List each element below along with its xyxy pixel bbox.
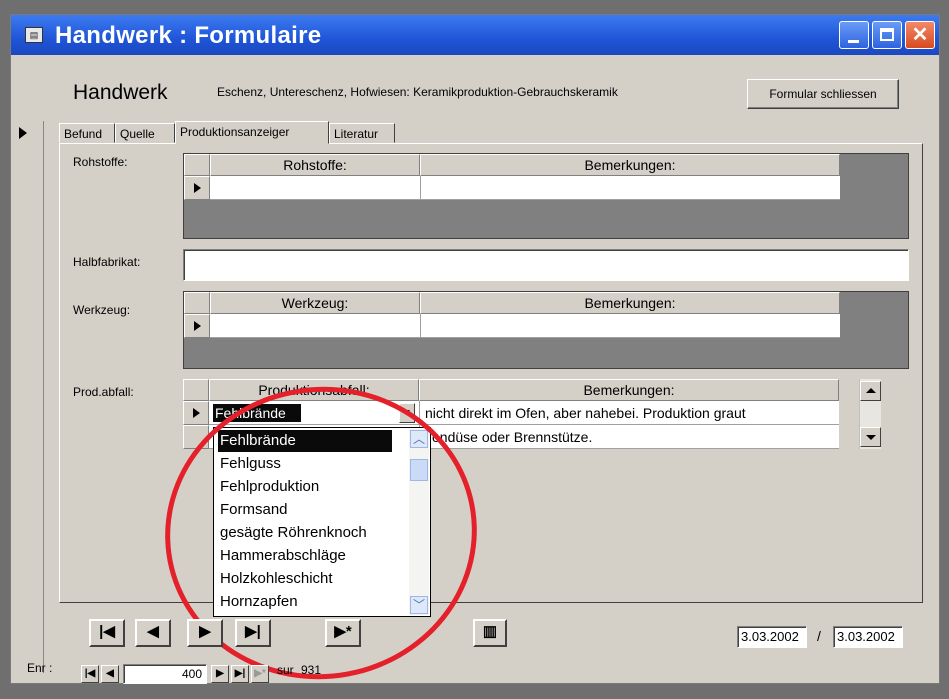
row-selector[interactable] xyxy=(183,425,209,449)
title-bar[interactable]: ▤ Handwerk : Formulaire ✕ xyxy=(11,15,939,55)
produktionsabfall-combo[interactable]: Fehlbrände xyxy=(213,404,301,422)
window-title: Handwerk : Formulaire xyxy=(55,22,322,49)
row-selector-header xyxy=(183,379,209,401)
row-selector-header xyxy=(184,154,210,176)
scroll-up-button[interactable] xyxy=(860,381,881,401)
column-header[interactable]: Bemerkungen: xyxy=(419,379,839,401)
current-record-arrow-icon xyxy=(19,127,27,139)
bemerkung-cell[interactable]: nicht direkt im Ofen, aber nahebei. Prod… xyxy=(425,405,837,421)
minimize-icon xyxy=(848,40,859,43)
column-header[interactable]: Bemerkungen: xyxy=(420,292,840,314)
column-header[interactable]: Rohstoffe: xyxy=(210,154,420,176)
form-header-subtitle: Eschenz, Untereschenz, Hofwiesen: Kerami… xyxy=(217,85,618,99)
nav-next-button[interactable]: ▶ xyxy=(211,665,229,683)
new-record-row[interactable] xyxy=(184,314,840,338)
last-record-button[interactable]: ▶| xyxy=(235,619,271,647)
column-divider xyxy=(420,176,421,200)
werkzeug-label: Werkzeug: xyxy=(73,303,131,317)
row-selector[interactable] xyxy=(184,176,210,200)
form-icon[interactable]: ▤ xyxy=(25,27,43,43)
close-form-button[interactable]: Formular schliessen xyxy=(747,79,899,109)
bemerkung-cell[interactable]: Tondüse oder Brennstütze. xyxy=(425,429,837,445)
list-item[interactable]: Fehlbrände xyxy=(218,430,392,452)
scroll-down-button[interactable] xyxy=(860,427,881,447)
minimize-button[interactable] xyxy=(839,21,869,49)
tab-produktionsanzeiger[interactable]: Produktionsanzeiger xyxy=(175,121,329,144)
produktionsabfall-dropdown-list[interactable]: Fehlbrände Fehlguss Fehlproduktion Forms… xyxy=(213,427,431,617)
modified-date-field[interactable]: 3.03.2002 xyxy=(833,626,903,648)
prodabfall-label: Prod.abfall: xyxy=(73,385,134,399)
nav-previous-button[interactable]: ◀ xyxy=(101,665,119,683)
form-window: ▤ Handwerk : Formulaire ✕ Handwerk Esche… xyxy=(10,14,940,699)
list-item[interactable]: Formsand xyxy=(218,499,392,521)
first-record-button[interactable]: |◀ xyxy=(89,619,125,647)
maximize-button[interactable] xyxy=(872,21,902,49)
date-separator: / xyxy=(817,628,821,644)
created-date-field[interactable]: 3.03.2002 xyxy=(737,626,807,648)
tab-label: Quelle xyxy=(120,127,155,141)
dropdown-scrollbar[interactable]: ︿ ﹀ xyxy=(409,429,429,615)
scroll-thumb[interactable] xyxy=(410,459,428,481)
delete-record-icon[interactable]: ▥ xyxy=(473,619,507,647)
record-of-label: sur xyxy=(277,663,294,677)
row-selector[interactable] xyxy=(184,314,210,338)
nav-last-button[interactable]: ▶| xyxy=(231,665,249,683)
column-header[interactable]: Produktionsabfall: xyxy=(209,379,419,401)
nav-first-button[interactable]: |◀ xyxy=(81,665,99,683)
chevron-up-icon[interactable]: ︿ xyxy=(410,430,428,448)
record-selector[interactable] xyxy=(21,121,44,673)
row-selector[interactable] xyxy=(183,401,209,425)
rohstoffe-subform: Rohstoffe: Bemerkungen: xyxy=(183,153,909,239)
tab-label: Befund xyxy=(64,127,103,141)
current-row-arrow-icon xyxy=(194,321,201,331)
column-header[interactable]: Bemerkungen: xyxy=(420,154,840,176)
halbfabrikat-label: Halbfabrikat: xyxy=(73,255,141,269)
list-item[interactable]: Fehlguss xyxy=(218,453,392,475)
list-item[interactable]: Fehlproduktion xyxy=(218,476,392,498)
werkzeug-subform: Werkzeug: Bemerkungen: xyxy=(183,291,909,369)
list-item[interactable]: Holzkohleschicht xyxy=(218,568,392,590)
chevron-down-icon xyxy=(404,410,410,413)
nav-new-button[interactable]: ▶* xyxy=(251,665,269,683)
form-body: Handwerk Eschenz, Untereschenz, Hofwiese… xyxy=(15,59,933,699)
chevron-down-icon[interactable]: ﹀ xyxy=(410,596,428,614)
subform-scrollbar[interactable] xyxy=(859,379,881,449)
close-button[interactable]: ✕ xyxy=(905,21,935,49)
previous-record-button[interactable]: ◀ xyxy=(135,619,171,647)
form-header-title: Handwerk xyxy=(73,81,168,104)
arrow-down-icon xyxy=(866,435,876,440)
combo-dropdown-button[interactable] xyxy=(399,403,415,423)
record-number-input[interactable]: 400 xyxy=(123,664,207,684)
halbfabrikat-field[interactable] xyxy=(183,249,909,281)
current-row-arrow-icon xyxy=(194,183,201,193)
arrow-up-icon xyxy=(866,388,876,393)
record-nav-label: Enr : xyxy=(27,661,53,675)
rohstoffe-label: Rohstoffe: xyxy=(73,155,128,169)
new-record-button[interactable]: ▶* xyxy=(325,619,361,647)
tab-label: Literatur xyxy=(334,127,379,141)
list-item[interactable]: Hornzapfen xyxy=(218,591,392,613)
new-record-row[interactable] xyxy=(184,176,840,200)
next-record-button[interactable]: ▶ xyxy=(187,619,223,647)
list-item[interactable]: gesägte Röhrenknoch xyxy=(218,522,392,544)
list-item[interactable]: Hammerabschläge xyxy=(218,545,392,567)
tab-literatur[interactable]: Literatur xyxy=(329,123,395,143)
current-row-arrow-icon xyxy=(193,408,200,418)
tab-befund[interactable]: Befund xyxy=(59,123,115,143)
row-selector-header xyxy=(184,292,210,314)
record-total: 931 xyxy=(301,663,322,677)
tab-quelle[interactable]: Quelle xyxy=(115,123,175,143)
column-header[interactable]: Werkzeug: xyxy=(210,292,420,314)
tab-label: Produktionsanzeiger xyxy=(180,125,290,139)
maximize-icon xyxy=(880,28,894,41)
column-divider xyxy=(420,314,421,338)
close-icon: ✕ xyxy=(911,24,929,46)
